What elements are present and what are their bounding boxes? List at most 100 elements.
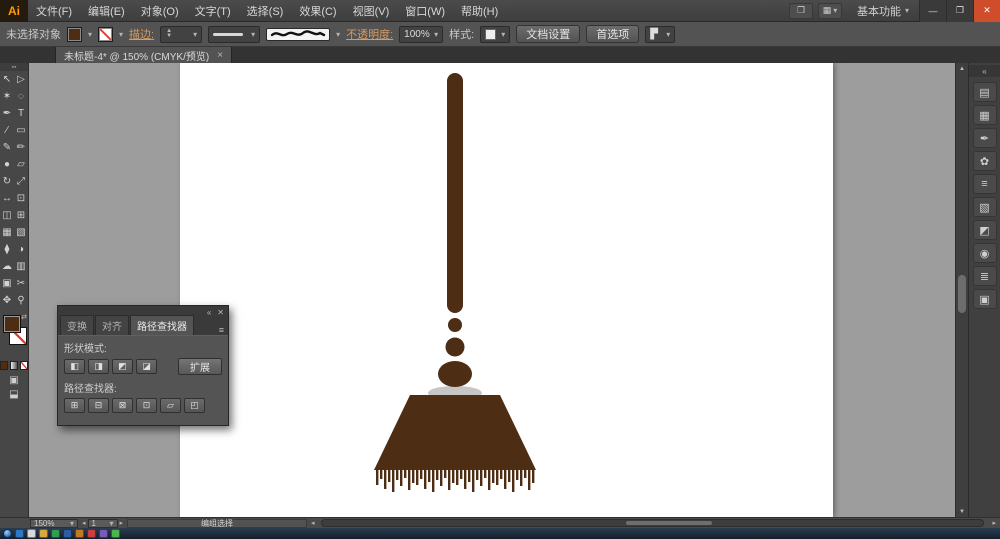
maximize-button[interactable]: ❐ — [946, 0, 973, 22]
prev-artboard-icon[interactable]: ◂ — [82, 519, 86, 527]
taskbar-icon-5[interactable] — [63, 529, 72, 538]
vertical-scrollbar[interactable]: ▲ ▼ — [955, 63, 968, 517]
artboard[interactable] — [180, 63, 833, 517]
menu-item[interactable]: 效果(C) — [291, 0, 344, 22]
rectangle-tool-icon[interactable]: ▭ — [14, 122, 28, 139]
shape-builder-tool-icon[interactable]: ◫ — [0, 207, 14, 224]
crop-icon[interactable]: ⊡ — [136, 398, 157, 413]
width-profile-select[interactable]: ▾ — [208, 26, 260, 43]
close-button[interactable]: ✕ — [973, 0, 1000, 22]
zoom-select[interactable]: 150% ▾ — [30, 519, 78, 528]
arrange-documents-icon[interactable]: ▦ ▾ — [818, 3, 842, 19]
fill-color-swatch[interactable] — [67, 27, 82, 42]
taskbar-icon-4[interactable] — [51, 529, 60, 538]
stroke-color-swatch[interactable] — [98, 27, 113, 42]
color-panel-icon[interactable]: ▤ — [973, 82, 997, 102]
paintbrush-tool-icon[interactable]: ✎ — [0, 139, 14, 156]
toolbar-grip[interactable]: ▪▪ — [0, 63, 28, 71]
chevron-down-icon[interactable]: ▾ — [119, 30, 123, 39]
artboards-panel-icon[interactable]: ▣ — [973, 289, 997, 309]
taskbar-icon-6[interactable] — [75, 529, 84, 538]
workspace-switcher[interactable]: 基本功能 ▾ — [847, 3, 919, 19]
mesh-tool-icon[interactable]: ▦ — [0, 224, 14, 241]
next-artboard-icon[interactable]: ▸ — [120, 519, 124, 527]
scroll-down-icon[interactable]: ▼ — [956, 506, 968, 517]
eraser-tool-icon[interactable]: ▱ — [14, 156, 28, 173]
align-options-icon[interactable]: ▛ ▾ — [645, 26, 675, 43]
swatches-panel-icon[interactable]: ▦ — [973, 105, 997, 125]
bridge-icon[interactable]: ❐ — [789, 3, 813, 19]
menu-item[interactable]: 窗口(W) — [397, 0, 453, 22]
swap-fill-stroke-icon[interactable]: ⇄ — [21, 313, 27, 321]
panel-tab[interactable]: 变换 — [60, 315, 94, 335]
document-setup-button[interactable]: 文档设置 — [516, 25, 580, 43]
type-tool-icon[interactable]: T — [14, 105, 28, 122]
minus-back-icon[interactable]: ◰ — [184, 398, 205, 413]
slice-tool-icon[interactable]: ✂ — [14, 275, 28, 292]
none-button[interactable] — [20, 361, 28, 370]
gradient-button[interactable] — [10, 361, 18, 370]
start-button[interactable] — [3, 529, 12, 538]
menu-item[interactable]: 文字(T) — [187, 0, 239, 22]
preferences-button[interactable]: 首选项 — [586, 25, 639, 43]
rotate-tool-icon[interactable]: ↻ — [0, 173, 14, 190]
panel-collapse-icon[interactable]: « — [207, 308, 211, 317]
opacity-link[interactable]: 不透明度: — [346, 26, 393, 42]
style-swatch-select[interactable]: ▾ — [480, 26, 510, 43]
direct-selection-tool-icon[interactable]: ▷ — [14, 71, 28, 88]
panel-close-icon[interactable]: ✕ — [217, 308, 224, 317]
hand-tool-icon[interactable]: ✥ — [0, 292, 14, 309]
brushes-panel-icon[interactable]: ✒ — [973, 128, 997, 148]
scroll-left-icon[interactable]: ◂ — [311, 519, 315, 527]
menu-item[interactable]: 选择(S) — [239, 0, 292, 22]
taskbar-icon-1[interactable] — [15, 529, 24, 538]
lasso-tool-icon[interactable]: ◌ — [14, 88, 28, 105]
stepper-icon[interactable]: ▲▼ — [165, 29, 173, 39]
gradient-tool-icon[interactable]: ▧ — [14, 224, 28, 241]
selection-tool-icon[interactable]: ↖ — [0, 71, 14, 88]
zoom-tool-icon[interactable]: ⚲ — [14, 292, 28, 309]
horizontal-scrollbar[interactable] — [321, 519, 985, 527]
menu-item[interactable]: 视图(V) — [345, 0, 398, 22]
artboard-tool-icon[interactable]: ▣ — [0, 275, 14, 292]
chevron-down-icon[interactable]: ▾ — [336, 30, 340, 39]
horizontal-scroll-thumb[interactable] — [626, 521, 712, 525]
scale-tool-icon[interactable]: ⤢ — [14, 173, 28, 190]
menu-item[interactable]: 帮助(H) — [453, 0, 506, 22]
vertical-scroll-thumb[interactable] — [958, 275, 966, 313]
magic-wand-tool-icon[interactable]: ✶ — [0, 88, 14, 105]
opacity-select[interactable]: 100% ▾ — [399, 26, 443, 43]
tab-close-icon[interactable]: × — [217, 50, 223, 61]
pencil-tool-icon[interactable]: ✏ — [14, 139, 28, 156]
layers-panel-icon[interactable]: ≣ — [973, 266, 997, 286]
appearance-panel-icon[interactable]: ◉ — [973, 243, 997, 263]
scroll-right-icon[interactable]: ▸ — [992, 519, 996, 527]
artboard-number-select[interactable]: 1 ▾ — [88, 519, 118, 528]
canvas-area[interactable] — [29, 63, 955, 517]
taskbar-icon-8[interactable] — [99, 529, 108, 538]
expand-button[interactable]: 扩展 — [178, 358, 222, 375]
brush-definition-preview[interactable] — [266, 28, 330, 41]
merge-icon[interactable]: ⊠ — [112, 398, 133, 413]
trim-icon[interactable]: ⊟ — [88, 398, 109, 413]
menu-item[interactable]: 对象(O) — [133, 0, 187, 22]
dock-expand-icon[interactable]: « — [969, 65, 1000, 77]
symbols-panel-icon[interactable]: ✿ — [973, 151, 997, 171]
free-transform-tool-icon[interactable]: ⊡ — [14, 190, 28, 207]
scroll-up-icon[interactable]: ▲ — [956, 63, 968, 74]
stroke-link[interactable]: 描边: — [129, 26, 154, 42]
width-tool-icon[interactable]: ↔ — [0, 190, 14, 207]
document-tab[interactable]: 未标题-4* @ 150% (CMYK/预览) × — [55, 47, 232, 63]
panel-tab[interactable]: 对齐 — [95, 315, 129, 335]
gradient-panel-icon[interactable]: ▧ — [973, 197, 997, 217]
divide-icon[interactable]: ⊞ — [64, 398, 85, 413]
outline-icon[interactable]: ▱ — [160, 398, 181, 413]
perspective-grid-tool-icon[interactable]: ⊞ — [14, 207, 28, 224]
menu-item[interactable]: 文件(F) — [28, 0, 80, 22]
taskbar-icon-3[interactable] — [39, 529, 48, 538]
chevron-down-icon[interactable]: ▾ — [88, 30, 92, 39]
blob-brush-tool-icon[interactable]: ● — [0, 156, 14, 173]
eyedropper-tool-icon[interactable]: ⧫ — [0, 241, 14, 258]
intersect-icon[interactable]: ◩ — [112, 359, 133, 374]
taskbar-icon-2[interactable] — [27, 529, 36, 538]
